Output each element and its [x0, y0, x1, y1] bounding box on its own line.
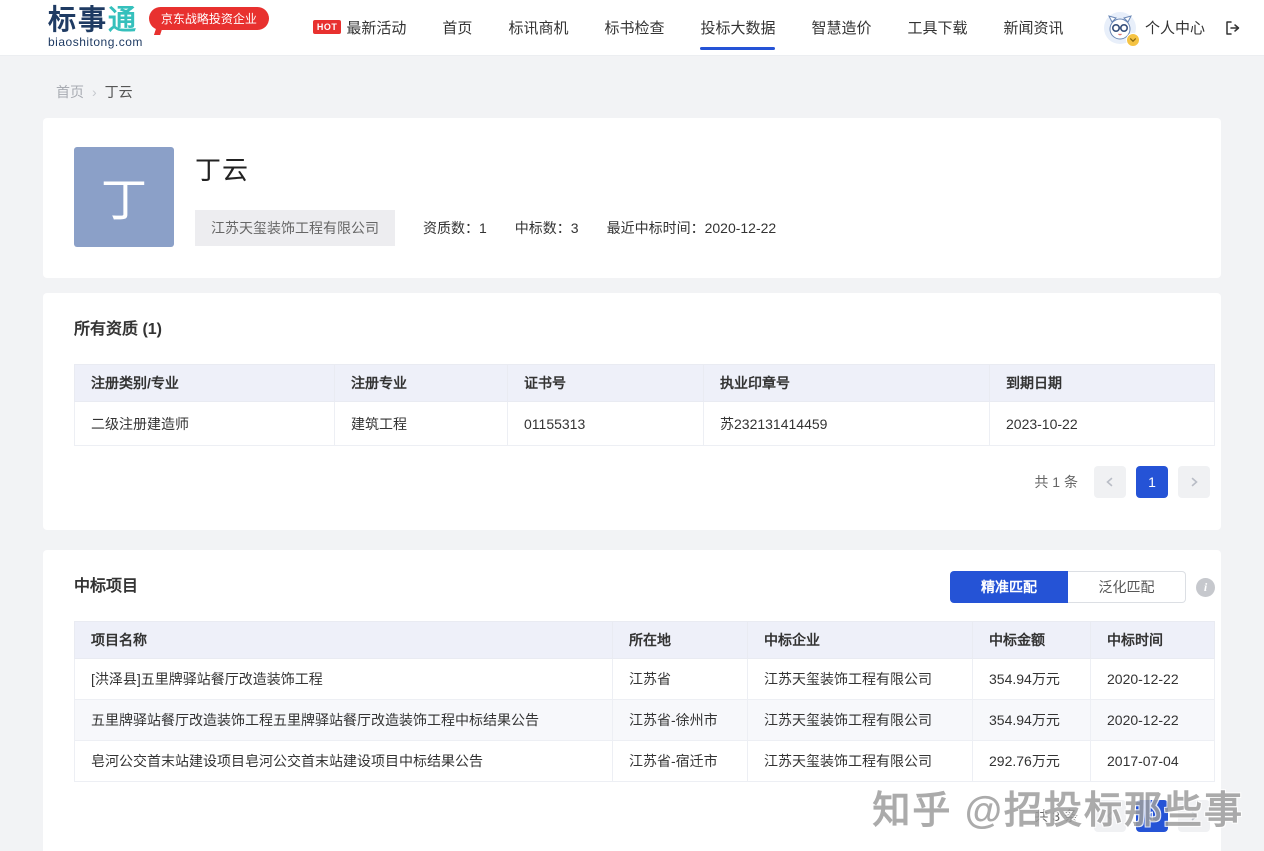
table-row: 皂河公交首末站建设项目皂河公交首末站建设项目中标结果公告 江苏省-宿迁市 江苏天…: [75, 741, 1215, 782]
col-bid-date: 中标时间: [1091, 622, 1215, 659]
top-header: 标事通 biaoshitong.com 京东战略投资企业 HOT 最新活动 首页…: [0, 0, 1264, 56]
person-name: 丁云: [195, 150, 249, 187]
cell-project-name[interactable]: 五里牌驿站餐厅改造装饰工程五里牌驿站餐厅改造装饰工程中标结果公告: [75, 700, 613, 741]
cell-location: 江苏省-宿迁市: [613, 741, 748, 782]
stat-qualification-count: 资质数：1: [423, 218, 487, 238]
stat-latest-bid-date: 最近中标时间：2020-12-22: [607, 218, 777, 238]
profile-stats: 资质数：1 中标数：3 最近中标时间：2020-12-22: [423, 218, 776, 238]
page-number-button[interactable]: 1: [1136, 466, 1168, 498]
site-logo[interactable]: 标事通 biaoshitong.com: [48, 5, 143, 49]
page-number-button[interactable]: 1: [1136, 800, 1168, 832]
cell-bid-amount: 354.94万元: [973, 700, 1091, 741]
cell-bid-date: 2017-07-04: [1091, 741, 1215, 782]
breadcrumb-separator-icon: ›: [92, 84, 97, 100]
qualifications-title: 所有资质 (1): [74, 315, 162, 339]
nav-item-bid-opportunities[interactable]: 标讯商机: [490, 0, 586, 56]
cell-location: 江苏省-徐州市: [613, 700, 748, 741]
nav-item-bid-bigdata[interactable]: 投标大数据: [682, 0, 793, 56]
stat-bid-count: 中标数：3: [515, 218, 579, 238]
col-winning-company: 中标企业: [748, 622, 973, 659]
cell-bid-amount: 354.94万元: [973, 659, 1091, 700]
cell-location: 江苏省: [613, 659, 748, 700]
cell-certificate-no: 01155313: [508, 402, 704, 446]
site-logo-domain: biaoshitong.com: [48, 35, 143, 49]
table-header-row: 项目名称 所在地 中标企业 中标金额 中标时间: [75, 622, 1215, 659]
col-register-major: 注册专业: [335, 365, 508, 402]
col-expiry-date: 到期日期: [990, 365, 1215, 402]
cell-register-category: 二级注册建造师: [75, 402, 335, 446]
profile-card: 丁 丁云 江苏天玺装饰工程有限公司 资质数：1 中标数：3 最近中标时间：202…: [43, 118, 1221, 278]
cell-winning-company: 江苏天玺装饰工程有限公司: [748, 741, 973, 782]
nav-item-latest-activities[interactable]: HOT 最新活动: [295, 0, 425, 56]
col-location: 所在地: [613, 622, 748, 659]
breadcrumb-current: 丁云: [105, 82, 133, 102]
col-register-category: 注册类别/专业: [75, 365, 335, 402]
cell-expiry-date: 2023-10-22: [990, 402, 1215, 446]
chevron-down-icon: [1126, 33, 1140, 47]
breadcrumb-home[interactable]: 首页: [56, 82, 84, 102]
cell-winning-company: 江苏天玺装饰工程有限公司: [748, 659, 973, 700]
prev-page-button[interactable]: [1094, 466, 1126, 498]
jd-investment-badge: 京东战略投资企业: [149, 7, 269, 30]
cell-bid-amount: 292.76万元: [973, 741, 1091, 782]
col-project-name: 项目名称: [75, 622, 613, 659]
cell-bid-date: 2020-12-22: [1091, 659, 1215, 700]
nav-item-smart-pricing[interactable]: 智慧造价: [793, 0, 889, 56]
total-count-label: 共 1 条: [1034, 472, 1078, 492]
next-page-button[interactable]: [1178, 800, 1210, 832]
user-center-link[interactable]: 个人中心: [1145, 17, 1205, 38]
qualifications-table: 注册类别/专业 注册专业 证书号 执业印章号 到期日期 二级注册建造师 建筑工程…: [74, 364, 1215, 446]
projects-pagination: 共 3 条 1: [0, 800, 1210, 832]
nav-item-bid-check[interactable]: 标书检查: [586, 0, 682, 56]
col-bid-amount: 中标金额: [973, 622, 1091, 659]
match-mode-toggle: 精准匹配 泛化匹配 i: [950, 571, 1215, 603]
projects-title: 中标项目: [74, 572, 138, 596]
next-page-button[interactable]: [1178, 466, 1210, 498]
tab-exact-match[interactable]: 精准匹配: [950, 571, 1068, 603]
profile-avatar: 丁: [74, 147, 174, 247]
cell-register-major: 建筑工程: [335, 402, 508, 446]
table-header-row: 注册类别/专业 注册专业 证书号 执业印章号 到期日期: [75, 365, 1215, 402]
company-tag[interactable]: 江苏天玺装饰工程有限公司: [195, 210, 395, 246]
cell-practice-seal-no: 苏232131414459: [704, 402, 990, 446]
cell-bid-date: 2020-12-22: [1091, 700, 1215, 741]
col-certificate-no: 证书号: [508, 365, 704, 402]
hot-icon: HOT: [313, 20, 342, 34]
info-icon[interactable]: i: [1196, 578, 1215, 597]
table-row: 二级注册建造师 建筑工程 01155313 苏232131414459 2023…: [75, 402, 1215, 446]
nav-item-news[interactable]: 新闻资讯: [986, 0, 1082, 56]
total-count-label: 共 3 条: [1034, 806, 1078, 826]
tab-generalized-match[interactable]: 泛化匹配: [1068, 571, 1186, 603]
qualifications-pagination: 共 1 条 1: [0, 466, 1210, 498]
main-nav: HOT 最新活动 首页 标讯商机 标书检查 投标大数据 智慧造价 工具下载 新闻…: [295, 0, 1082, 56]
cell-project-name[interactable]: 皂河公交首末站建设项目皂河公交首末站建设项目中标结果公告: [75, 741, 613, 782]
prev-page-button[interactable]: [1094, 800, 1126, 832]
col-practice-seal-no: 执业印章号: [704, 365, 990, 402]
nav-item-tools-download[interactable]: 工具下载: [890, 0, 986, 56]
logout-icon[interactable]: [1224, 19, 1242, 37]
nav-item-home[interactable]: 首页: [424, 0, 490, 56]
breadcrumb: 首页 › 丁云: [0, 56, 1264, 102]
site-logo-text: 标事通: [48, 5, 143, 35]
cell-winning-company: 江苏天玺装饰工程有限公司: [748, 700, 973, 741]
user-avatar[interactable]: [1104, 12, 1136, 44]
table-row: [洪泽县]五里牌驿站餐厅改造装饰工程 江苏省 江苏天玺装饰工程有限公司 354.…: [75, 659, 1215, 700]
cell-project-name[interactable]: [洪泽县]五里牌驿站餐厅改造装饰工程: [75, 659, 613, 700]
projects-table: 项目名称 所在地 中标企业 中标金额 中标时间 [洪泽县]五里牌驿站餐厅改造装饰…: [74, 621, 1215, 782]
table-row: 五里牌驿站餐厅改造装饰工程五里牌驿站餐厅改造装饰工程中标结果公告 江苏省-徐州市…: [75, 700, 1215, 741]
